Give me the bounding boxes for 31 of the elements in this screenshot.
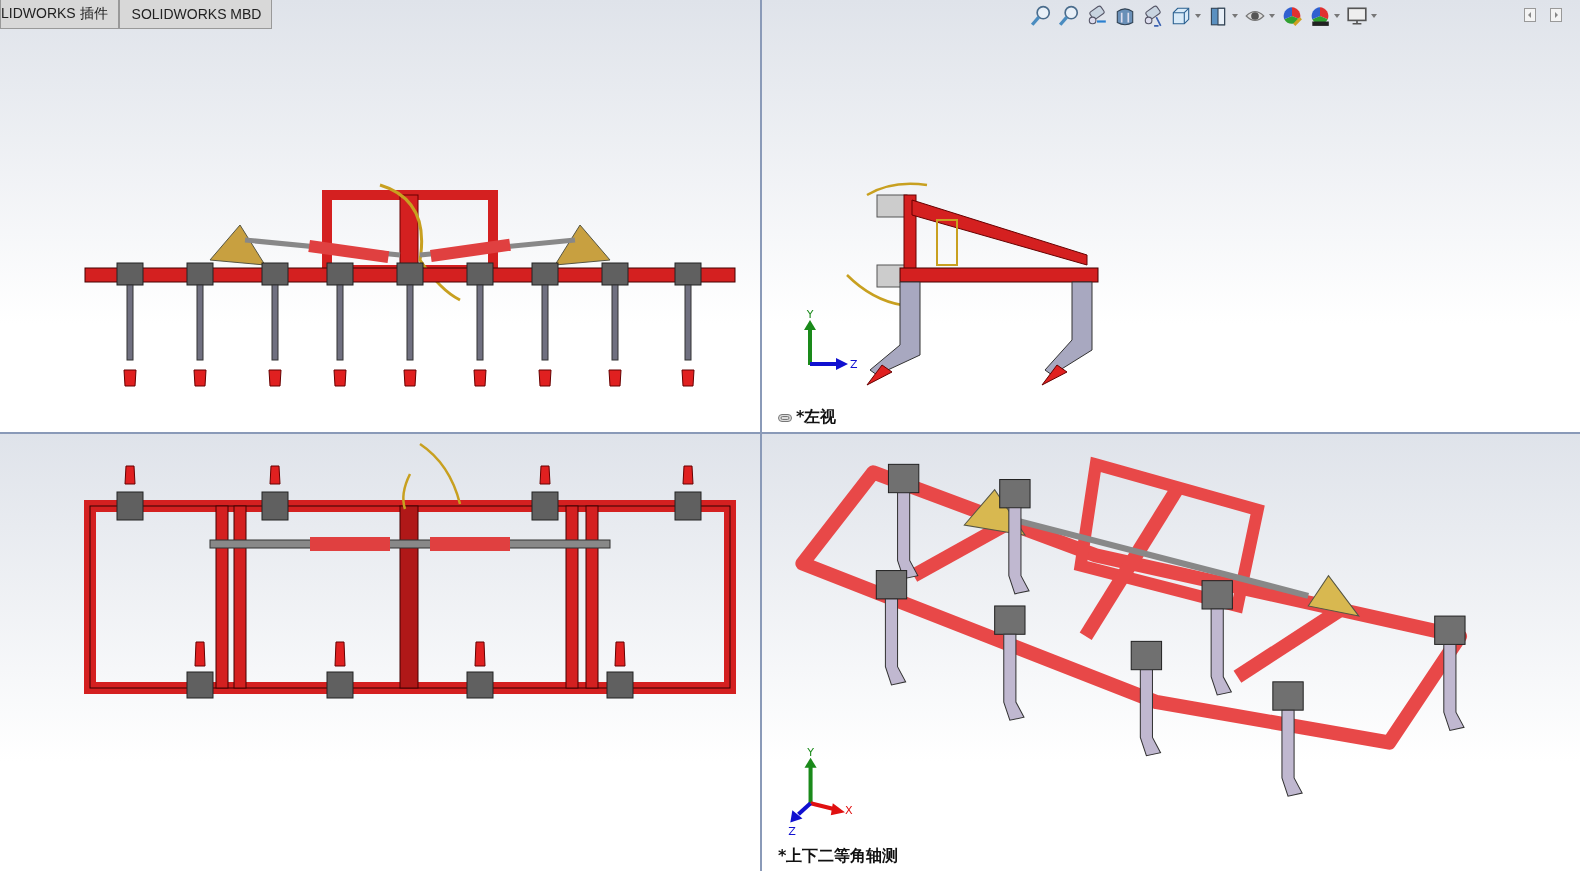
panel-expand-icon[interactable] <box>1550 8 1562 22</box>
axis-label: X <box>844 804 853 818</box>
tab[interactable]: LIDWORKS 插件 <box>0 0 119 29</box>
caret-icon[interactable] <box>1195 14 1201 18</box>
view-name: *左视 <box>796 407 837 428</box>
caret-icon[interactable] <box>1371 14 1377 18</box>
tab[interactable]: SOLIDWORKS MBD <box>118 0 273 29</box>
color-ball-icon[interactable] <box>1309 5 1331 27</box>
caret-icon[interactable] <box>1232 14 1238 18</box>
axis-z-icon <box>790 801 812 823</box>
axis-z-icon <box>810 358 848 370</box>
axis-label: Z <box>850 358 858 371</box>
section-icon[interactable] <box>1114 5 1136 27</box>
binoculars-icon[interactable] <box>1086 5 1108 27</box>
view-name: *上下二等角轴测 <box>778 846 899 867</box>
axis-label: Z <box>788 824 796 838</box>
color-ball-icon[interactable] <box>1281 5 1303 27</box>
cube-icon[interactable] <box>1170 5 1192 27</box>
panel-collapse-icon[interactable] <box>1524 8 1536 22</box>
zoom-icon[interactable] <box>1030 5 1052 27</box>
axis-x-icon <box>810 801 845 816</box>
link-icon[interactable] <box>778 413 792 422</box>
monitor-icon[interactable] <box>1346 5 1368 27</box>
axis-y-icon <box>804 320 816 365</box>
axis-label: Y <box>806 308 814 321</box>
axis-label: Y <box>807 745 814 759</box>
caret-icon[interactable] <box>1334 14 1340 18</box>
binoculars-icon[interactable] <box>1142 5 1164 27</box>
zoom-icon[interactable] <box>1058 5 1080 27</box>
caret-icon[interactable] <box>1269 14 1275 18</box>
axis-y-icon <box>804 757 817 804</box>
